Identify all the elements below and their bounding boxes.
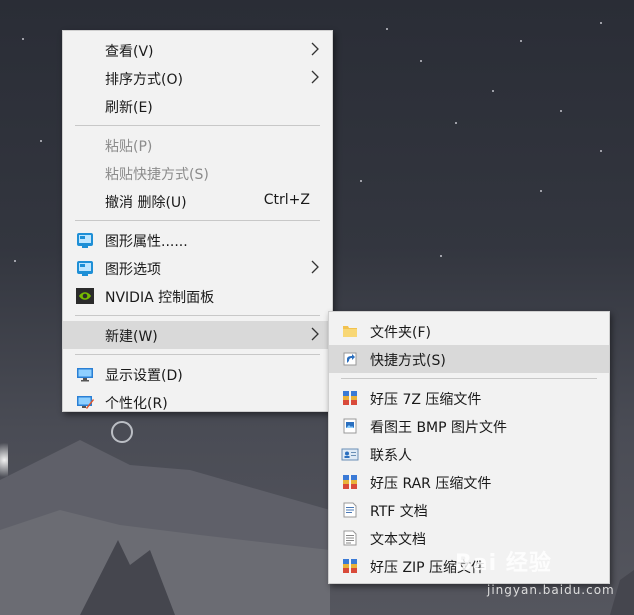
menu-item-label: 显示设置(D) bbox=[105, 368, 183, 384]
folder-icon bbox=[343, 326, 357, 337]
menu-item-undo-delete[interactable]: 撤消 删除(U) Ctrl+Z bbox=[63, 187, 332, 215]
star bbox=[455, 122, 457, 124]
menu-item-label: 个性化(R) bbox=[105, 396, 168, 412]
star bbox=[440, 255, 442, 257]
submenu-item-7z-archive[interactable]: 好压 7Z 压缩文件 bbox=[329, 384, 609, 412]
keyboard-shortcut: Ctrl+Z bbox=[263, 192, 310, 208]
star bbox=[492, 90, 494, 92]
menu-item-graphics-options[interactable]: 图形选项 bbox=[63, 254, 332, 282]
personalize-icon bbox=[77, 396, 94, 409]
desktop-context-menu: 查看(V) 排序方式(O) 刷新(E) 粘贴(P) 粘贴快捷方式(S) 撤消 删… bbox=[62, 30, 333, 412]
menu-item-label: RTF 文档 bbox=[370, 504, 428, 520]
nvidia-icon bbox=[76, 288, 94, 304]
star bbox=[386, 28, 388, 30]
baidu-jingyan-watermark: Bai 经验 jingyan.baidu.com bbox=[455, 545, 614, 597]
menu-item-new[interactable]: 新建(W) bbox=[63, 321, 332, 349]
star bbox=[560, 110, 562, 112]
watermark-brand: Bai 经验 bbox=[455, 551, 552, 576]
menu-item-label: 文本文档 bbox=[370, 532, 426, 548]
submenu-item-rar-archive[interactable]: 好压 RAR 压缩文件 bbox=[329, 468, 609, 496]
intel-graphics-icon bbox=[77, 261, 93, 276]
shortcut-icon bbox=[343, 352, 357, 366]
menu-item-graphics-properties[interactable]: 图形属性...... bbox=[63, 226, 332, 254]
menu-separator bbox=[75, 125, 320, 126]
menu-separator bbox=[75, 220, 320, 221]
menu-item-label: 好压 RAR 压缩文件 bbox=[370, 476, 492, 492]
new-submenu: 文件夹(F) 快捷方式(S) 好压 7Z 压缩文件 看图王 BMP 图片文件 联… bbox=[328, 311, 610, 584]
menu-item-label: 图形属性...... bbox=[105, 234, 188, 250]
star bbox=[600, 150, 602, 152]
submenu-item-shortcut[interactable]: 快捷方式(S) bbox=[329, 345, 609, 373]
chevron-right-icon bbox=[311, 260, 319, 274]
menu-item-label: 撤消 删除(U) bbox=[105, 195, 187, 211]
haozip-archive-icon bbox=[343, 475, 357, 489]
menu-separator bbox=[75, 354, 320, 355]
menu-separator bbox=[75, 315, 320, 316]
rtf-document-icon bbox=[343, 502, 357, 518]
chevron-right-icon bbox=[311, 327, 319, 341]
menu-item-label: 快捷方式(S) bbox=[370, 353, 446, 369]
menu-item-nvidia-control-panel[interactable]: NVIDIA 控制面板 bbox=[63, 282, 332, 310]
menu-item-label: 排序方式(O) bbox=[105, 72, 183, 88]
display-settings-icon bbox=[77, 368, 93, 382]
menu-item-label: 查看(V) bbox=[105, 44, 154, 60]
star bbox=[420, 60, 422, 62]
menu-item-paste[interactable]: 粘贴(P) bbox=[63, 131, 332, 159]
watermark-url: jingyan.baidu.com bbox=[487, 583, 615, 597]
star bbox=[22, 38, 24, 40]
menu-item-label: NVIDIA 控制面板 bbox=[105, 290, 215, 306]
star bbox=[40, 140, 42, 142]
star bbox=[360, 180, 362, 182]
menu-item-view[interactable]: 查看(V) bbox=[63, 36, 332, 64]
menu-item-label: 图形选项 bbox=[105, 262, 161, 278]
menu-item-sort[interactable]: 排序方式(O) bbox=[63, 64, 332, 92]
submenu-item-rtf-document[interactable]: RTF 文档 bbox=[329, 496, 609, 524]
menu-item-label: 新建(W) bbox=[105, 329, 158, 345]
submenu-item-folder[interactable]: 文件夹(F) bbox=[329, 317, 609, 345]
menu-item-label: 好压 7Z 压缩文件 bbox=[370, 392, 482, 408]
menu-item-label: 联系人 bbox=[370, 448, 412, 464]
menu-separator bbox=[341, 378, 597, 379]
star bbox=[600, 22, 602, 24]
submenu-item-bmp-image[interactable]: 看图王 BMP 图片文件 bbox=[329, 412, 609, 440]
haozip-archive-icon bbox=[343, 559, 357, 573]
menu-item-paste-shortcut[interactable]: 粘贴快捷方式(S) bbox=[63, 159, 332, 187]
menu-item-label: 看图王 BMP 图片文件 bbox=[370, 420, 508, 436]
menu-item-refresh[interactable]: 刷新(E) bbox=[63, 92, 332, 120]
menu-item-personalize[interactable]: 个性化(R) bbox=[63, 388, 332, 416]
menu-item-display-settings[interactable]: 显示设置(D) bbox=[63, 360, 332, 388]
chevron-right-icon bbox=[311, 42, 319, 56]
star bbox=[520, 40, 522, 42]
star bbox=[540, 190, 542, 192]
bmp-image-icon bbox=[343, 418, 357, 434]
intel-graphics-icon bbox=[77, 233, 93, 248]
star bbox=[14, 260, 16, 262]
chevron-right-icon bbox=[311, 70, 319, 84]
menu-item-label: 粘贴快捷方式(S) bbox=[105, 167, 209, 183]
menu-item-label: 粘贴(P) bbox=[105, 139, 153, 155]
contact-card-icon bbox=[341, 448, 359, 461]
submenu-item-contact[interactable]: 联系人 bbox=[329, 440, 609, 468]
text-document-icon bbox=[343, 530, 357, 546]
haozip-archive-icon bbox=[343, 391, 357, 405]
menu-item-label: 刷新(E) bbox=[105, 100, 153, 116]
menu-item-label: 文件夹(F) bbox=[370, 325, 431, 341]
